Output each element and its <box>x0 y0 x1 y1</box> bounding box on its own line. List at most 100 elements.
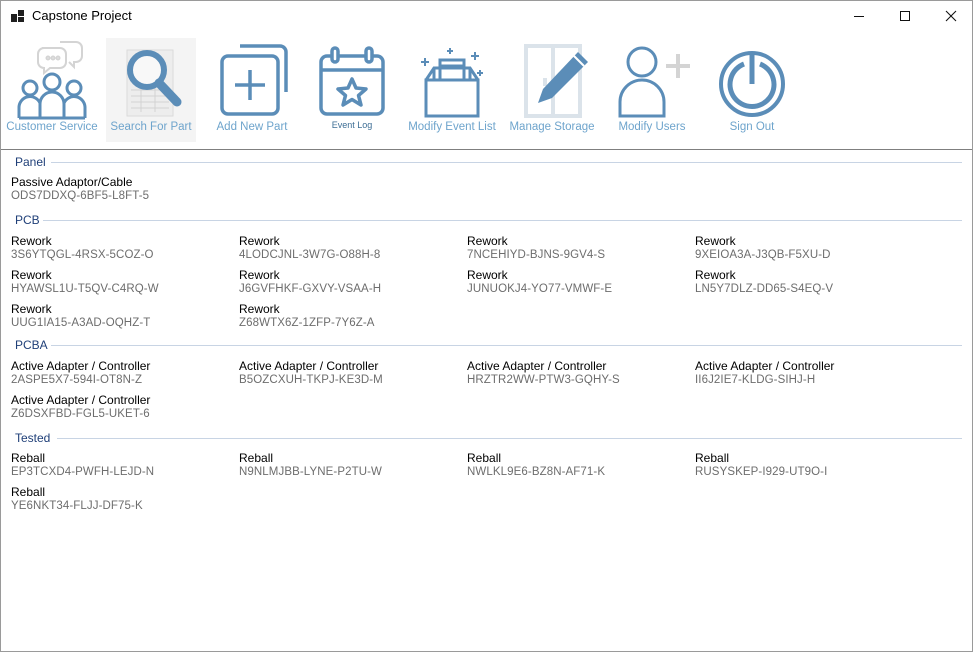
group-header-pcba: PCBA <box>15 338 48 352</box>
group-divider <box>51 162 962 163</box>
group-divider <box>43 220 962 221</box>
item-code: N9NLMJBB-LYNE-P2TU-W <box>239 466 382 478</box>
list-item[interactable]: Rework HYAWSL1U-T5QV-C4RQ-W <box>11 268 239 300</box>
item-name: Active Adapter / Controller <box>467 359 607 373</box>
list-item[interactable]: Rework 9XEIOA3A-J3QB-F5XU-D <box>695 234 923 266</box>
list-item[interactable]: Reball RUSYSKEP-I929-UT9O-I <box>695 451 923 483</box>
item-name: Rework <box>11 268 52 282</box>
toolbar: Customer Service Search For Part Add New… <box>1 32 972 149</box>
item-code: HYAWSL1U-T5QV-C4RQ-W <box>11 283 159 295</box>
box-icon <box>402 38 502 120</box>
list-item[interactable]: Active Adapter / Controller II6J2IE7-KLD… <box>695 359 923 391</box>
item-code: Z68WTX6Z-1ZFP-7Y6Z-A <box>239 317 375 329</box>
list-item[interactable]: Reball EP3TCXD4-PWFH-LEJD-N <box>11 451 239 483</box>
list-item[interactable]: Reball YE6NKT34-FLJJ-DF75-K <box>11 485 239 517</box>
list-item[interactable]: Active Adapter / Controller B5OZCXUH-TKP… <box>239 359 467 391</box>
edit-storage-icon <box>506 38 598 120</box>
list-item[interactable]: Rework LN5Y7DLZ-DD65-S4EQ-V <box>695 268 923 300</box>
item-code: JUNUOKJ4-YO77-VMWF-E <box>467 283 613 295</box>
list-item[interactable]: Rework 7NCEHIYD-BJNS-9GV4-S <box>467 234 695 266</box>
group-header-pcb: PCB <box>15 213 40 227</box>
item-code: 7NCEHIYD-BJNS-9GV4-S <box>467 249 606 261</box>
search-for-part-button[interactable]: Search For Part <box>106 38 196 142</box>
item-code: 9XEIOA3A-J3QB-F5XU-D <box>695 249 831 261</box>
search-icon <box>106 38 196 120</box>
item-code: RUSYSKEP-I929-UT9O-I <box>695 466 828 478</box>
list-item[interactable]: Rework JUNUOKJ4-YO77-VMWF-E <box>467 268 695 300</box>
customer-service-button[interactable]: Customer Service <box>4 38 100 142</box>
item-code: 2ASPE5X7-594I-OT8N-Z <box>11 374 143 386</box>
item-name: Active Adapter / Controller <box>695 359 835 373</box>
item-code: 3S6YTQGL-4RSX-5COZ-O <box>11 249 154 261</box>
app-window: Capstone Project Customer Service Search… <box>0 0 973 652</box>
item-code: ODS7DDXQ-6BF5-L8FT-5 <box>11 190 150 202</box>
item-code: UUG1IA15-A3AD-OQHZ-T <box>11 317 151 329</box>
modify-event-list-button[interactable]: Modify Event List <box>402 38 502 142</box>
modify-users-button[interactable]: Modify Users <box>605 38 699 142</box>
manage-storage-button[interactable]: Manage Storage <box>506 38 598 142</box>
list-item[interactable]: Passive Adaptor/Cable ODS7DDXQ-6BF5-L8FT… <box>11 175 239 207</box>
item-code: B5OZCXUH-TKPJ-KE3D-M <box>239 374 383 386</box>
minimize-button[interactable] <box>836 1 882 31</box>
close-icon <box>945 10 957 22</box>
list-item[interactable]: Rework 4LODCJNL-3W7G-O88H-8 <box>239 234 467 266</box>
group-header-tested: Tested <box>15 431 51 445</box>
maximize-button[interactable] <box>882 1 928 31</box>
search-for-part-label: Search For Part <box>110 121 192 133</box>
item-code: YE6NKT34-FLJJ-DF75-K <box>11 500 143 512</box>
item-name: Rework <box>239 234 280 248</box>
calendar-icon <box>306 38 398 118</box>
window-title: Capstone Project <box>32 8 132 23</box>
list-item[interactable]: Rework Z68WTX6Z-1ZFP-7Y6Z-A <box>239 302 467 334</box>
item-name: Active Adapter / Controller <box>239 359 379 373</box>
app-icon <box>11 10 24 22</box>
item-code: HRZTR2WW-PTW3-GQHY-S <box>467 374 620 386</box>
item-name: Rework <box>467 268 508 282</box>
item-name: Rework <box>695 234 736 248</box>
list-item[interactable]: Reball N9NLMJBB-LYNE-P2TU-W <box>239 451 467 483</box>
list-item[interactable]: Active Adapter / Controller HRZTR2WW-PTW… <box>467 359 695 391</box>
item-name: Reball <box>695 451 730 465</box>
close-button[interactable] <box>928 1 972 31</box>
parts-list[interactable]: Panel Passive Adaptor/Cable ODS7DDXQ-6BF… <box>1 149 972 651</box>
item-name: Rework <box>11 302 52 316</box>
manage-storage-label: Manage Storage <box>509 121 595 133</box>
event-log-button[interactable]: Event Log <box>306 38 398 142</box>
item-name: Reball <box>239 451 274 465</box>
list-item[interactable]: Reball NWLKL9E6-BZ8N-AF71-K <box>467 451 695 483</box>
item-code: NWLKL9E6-BZ8N-AF71-K <box>467 466 606 478</box>
group-header-panel: Panel <box>15 155 46 169</box>
item-code: J6GVFHKF-GXVY-VSAA-H <box>239 283 382 295</box>
list-item[interactable]: Rework J6GVFHKF-GXVY-VSAA-H <box>239 268 467 300</box>
item-name: Rework <box>239 268 280 282</box>
minimize-icon <box>854 16 864 17</box>
list-item[interactable]: Active Adapter / Controller 2ASPE5X7-594… <box>11 359 239 391</box>
list-item[interactable]: Rework 3S6YTQGL-4RSX-5COZ-O <box>11 234 239 266</box>
item-name: Reball <box>11 485 46 499</box>
list-item[interactable]: Rework UUG1IA15-A3AD-OQHZ-T <box>11 302 239 334</box>
add-new-part-button[interactable]: Add New Part <box>206 38 298 142</box>
maximize-icon <box>900 11 910 21</box>
sign-out-button[interactable]: Sign Out <box>707 38 797 142</box>
sign-out-label: Sign Out <box>729 121 775 133</box>
item-code: Z6DSXFBD-FGL5-UKET-6 <box>11 408 150 420</box>
item-code: II6J2IE7-KLDG-SIHJ-H <box>695 374 816 386</box>
item-name: Passive Adaptor/Cable <box>11 175 133 189</box>
group-divider <box>57 438 962 439</box>
item-code: LN5Y7DLZ-DD65-S4EQ-V <box>695 283 834 295</box>
list-item[interactable]: Active Adapter / Controller Z6DSXFBD-FGL… <box>11 393 239 425</box>
customer-service-icon <box>4 38 100 120</box>
group-divider <box>51 345 962 346</box>
add-part-icon <box>206 38 298 120</box>
item-name: Rework <box>239 302 280 316</box>
add-user-icon <box>605 38 699 120</box>
modify-event-list-label: Modify Event List <box>408 121 496 133</box>
item-name: Active Adapter / Controller <box>11 359 151 373</box>
item-name: Reball <box>467 451 502 465</box>
modify-users-label: Modify Users <box>618 121 686 133</box>
title-bar[interactable]: Capstone Project <box>1 1 972 31</box>
item-name: Rework <box>11 234 52 248</box>
customer-service-label: Customer Service <box>6 121 98 133</box>
item-code: EP3TCXD4-PWFH-LEJD-N <box>11 466 155 478</box>
power-icon <box>707 38 797 120</box>
